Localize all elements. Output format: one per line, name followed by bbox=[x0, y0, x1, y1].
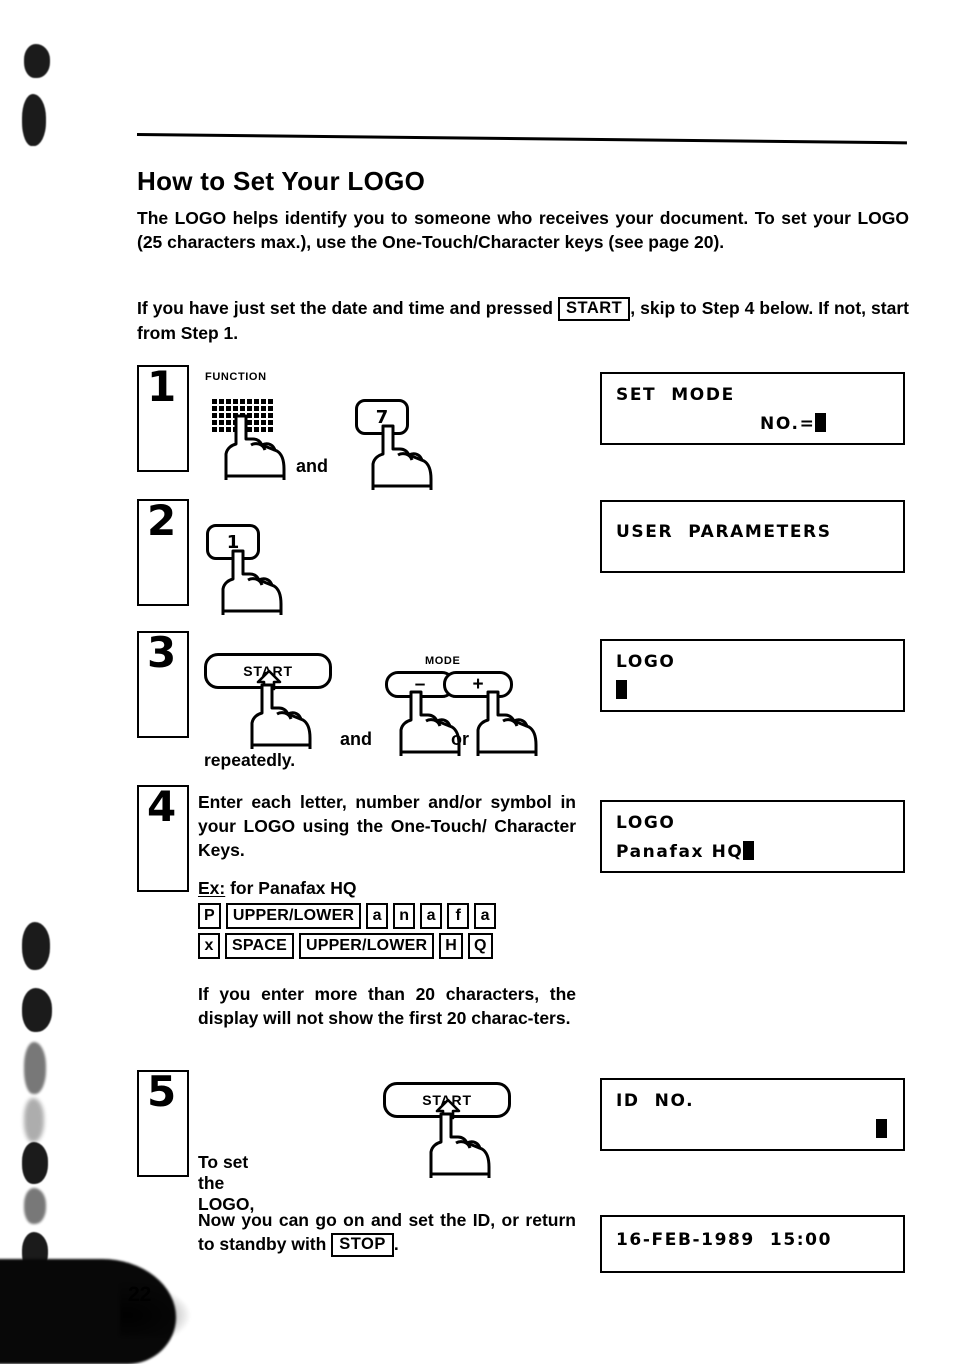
display-line-1: ID NO. bbox=[616, 1091, 695, 1111]
display-line-1: 16-FEB-1989 15:00 bbox=[616, 1230, 833, 1250]
display-cursor bbox=[815, 413, 827, 432]
closing-text-after: . bbox=[393, 1234, 399, 1254]
step-2-number-box: 2 bbox=[137, 499, 189, 606]
step-4-example-label: Ex: bbox=[198, 878, 226, 898]
manual-page: How to Set Your LOGO The LOGO helps iden… bbox=[0, 0, 954, 1364]
step-5-number-box: 5 bbox=[137, 1070, 189, 1177]
step-1-number-box: 1 bbox=[137, 365, 189, 472]
char-key[interactable]: P bbox=[198, 903, 221, 929]
char-key[interactable]: a bbox=[420, 903, 443, 929]
char-key[interactable]: H bbox=[439, 933, 464, 959]
key-sequence-row-2: x SPACE UPPER/LOWER H Q bbox=[198, 933, 501, 959]
display-panel-standby: 16-FEB-1989 15:00 bbox=[600, 1215, 905, 1273]
step-1-number: 1 bbox=[147, 362, 177, 411]
display-line-2 bbox=[616, 680, 627, 701]
step-4-note: If you enter more than 20 characters, th… bbox=[198, 984, 576, 1028]
display-line-1: LOGO bbox=[616, 652, 676, 672]
display-cursor bbox=[876, 1119, 887, 1138]
display-cursor bbox=[616, 680, 627, 699]
function-key-label: FUNCTION bbox=[205, 371, 267, 383]
step-3-number: 3 bbox=[147, 628, 177, 677]
char-key[interactable]: a bbox=[474, 903, 497, 929]
display-cursor bbox=[743, 841, 755, 860]
char-key[interactable]: UPPER/LOWER bbox=[225, 903, 362, 929]
display-panel-step-5: ID NO. bbox=[600, 1078, 905, 1151]
intro-paragraph-2-before: If you have just set the date and time a… bbox=[137, 298, 553, 318]
display-panel-step-3: LOGO bbox=[600, 639, 905, 712]
pointing-hand-icon bbox=[429, 1112, 491, 1178]
pointing-hand-icon bbox=[371, 424, 433, 490]
step-4-number-box: 4 bbox=[137, 785, 189, 892]
step-3-conjunction-1: and bbox=[340, 729, 373, 749]
step-3-note: repeatedly. bbox=[204, 750, 296, 770]
pointing-hand-icon bbox=[224, 414, 286, 480]
display-panel-step-2: USER PARAMETERS bbox=[600, 500, 905, 573]
step-4-body: Enter each letter, number and/or symbol … bbox=[198, 792, 576, 860]
display-panel-step-4: LOGO Panafax HQ bbox=[600, 800, 905, 873]
intro-paragraph-2: If you have just set the date and time a… bbox=[137, 296, 909, 345]
char-key[interactable]: Q bbox=[468, 933, 493, 959]
display-line-1: SET MODE bbox=[616, 385, 735, 405]
closing-text: Now you can go on and set the ID, or ret… bbox=[198, 1208, 576, 1257]
mode-key-label: MODE bbox=[425, 655, 461, 667]
intro-paragraph-1: The LOGO helps identify you to someone w… bbox=[137, 208, 909, 252]
char-key[interactable]: a bbox=[366, 903, 389, 929]
step-3-conjunction-2: or bbox=[451, 729, 469, 749]
header-rule bbox=[136, 133, 907, 145]
char-key[interactable]: n bbox=[393, 903, 416, 929]
display-line-2-text: NO.= bbox=[760, 414, 816, 434]
display-line-2: Panafax HQ bbox=[616, 841, 755, 862]
display-panel-step-1: SET MODE NO.= bbox=[600, 372, 905, 445]
pointing-hand-icon bbox=[250, 683, 312, 749]
display-line-1: LOGO bbox=[616, 813, 676, 833]
step-5-number: 5 bbox=[147, 1067, 177, 1116]
pointing-hand-icon bbox=[221, 549, 283, 615]
step-4-example: Ex: for Panafax HQ bbox=[198, 878, 357, 899]
page-title: How to Set Your LOGO bbox=[137, 166, 426, 196]
step-1-conjunction: and bbox=[296, 456, 329, 476]
char-key[interactable]: x bbox=[198, 933, 220, 959]
key-sequence-row-1: P UPPER/LOWER a n a f a bbox=[198, 903, 501, 929]
char-key[interactable]: SPACE bbox=[225, 933, 294, 959]
page-number: 22 bbox=[128, 1283, 152, 1306]
step-3-number-box: 3 bbox=[137, 631, 189, 738]
display-line-2: NO.= bbox=[760, 413, 827, 434]
char-key[interactable]: UPPER/LOWER bbox=[298, 933, 435, 959]
display-line-2-text: Panafax HQ bbox=[616, 842, 744, 862]
step-5-note: To set the LOGO, bbox=[198, 1152, 255, 1214]
display-line-1: USER PARAMETERS bbox=[616, 522, 832, 542]
char-key[interactable]: f bbox=[447, 903, 470, 929]
display-line-2 bbox=[876, 1119, 887, 1140]
step-4-key-sequence: P UPPER/LOWER a n a f a x SPACE UPPER/LO… bbox=[198, 903, 501, 963]
step-2-number: 2 bbox=[147, 496, 177, 545]
start-key-reference: START bbox=[557, 297, 631, 321]
step-4-example-text: for Panafax HQ bbox=[230, 878, 357, 898]
pointing-hand-icon bbox=[476, 690, 538, 756]
step-4-number: 4 bbox=[147, 782, 177, 831]
stop-key-reference: STOP bbox=[331, 1233, 394, 1257]
